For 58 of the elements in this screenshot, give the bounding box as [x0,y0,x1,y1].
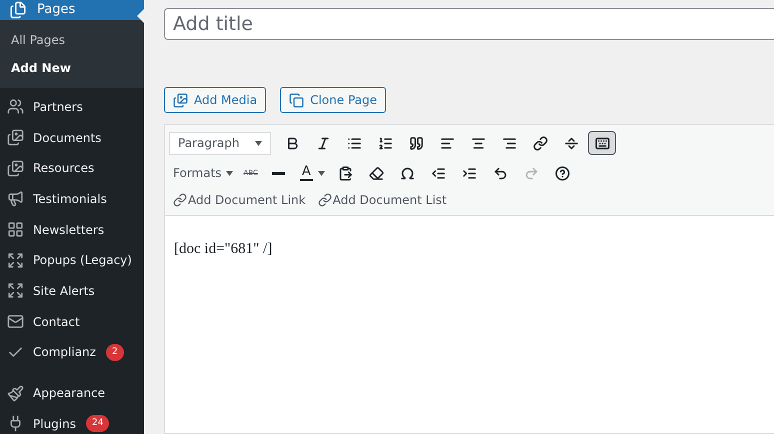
caret-icon [318,170,325,176]
media-icon [7,129,24,146]
link-icon [173,193,187,207]
format-select[interactable]: Paragraph [169,132,271,154]
submenu-item[interactable]: All Pages [0,26,144,54]
align-right-icon [502,136,516,150]
numbered-list-icon [378,136,392,150]
indent-icon [462,166,478,180]
paste-text-icon [338,166,354,180]
link-icon [318,193,332,207]
grid-icon [7,221,24,238]
sidebar-item[interactable]: Documents [0,122,144,153]
sidebar-item[interactable]: Popups (Legacy) [0,244,144,276]
toolbar-toggle-button[interactable] [588,131,616,155]
sidebar-item[interactable]: Testimonials [0,184,144,214]
expand-icon [7,252,24,269]
sidebar-item[interactable]: Partners [0,92,144,122]
undo-icon [493,166,508,180]
sidebar-item[interactable]: Appearance [0,378,144,408]
pages-icon [9,0,27,19]
align-center-icon [470,136,486,150]
redo-icon [524,166,540,180]
special-character-icon [400,166,416,180]
brush-icon [7,384,24,402]
title-field[interactable]: Add title [164,8,774,40]
link-icon [532,136,548,150]
blockquote-icon [408,136,424,150]
bulleted-list-icon [346,136,362,150]
megaphone-icon [7,190,24,208]
people-icon [7,98,24,116]
text-color-button[interactable]: A [296,161,329,185]
expand-icon [7,282,24,300]
formats-menu[interactable]: Formats [169,161,237,185]
help-icon [555,166,570,180]
count-badge: 24 [86,415,110,432]
envelope-icon [7,313,24,330]
sidebar-item[interactable]: Newsletters [0,214,144,245]
outdent-icon [431,166,446,180]
media-button[interactable]: Add Media [164,87,266,113]
caret-icon [226,170,233,176]
media-icon [7,160,24,177]
count-badge: 2 [106,344,124,361]
copy-icon [289,92,304,108]
submenu-item[interactable]: Add New [0,54,144,82]
document-link-button[interactable]: Add Document List [318,191,447,209]
sidebar-item[interactable]: Plugins 24 [0,408,144,434]
caret-icon [255,140,262,146]
sidebar-item[interactable]: Site Alerts [0,276,144,306]
media-icon [173,92,188,108]
align-left-icon [440,136,454,150]
italic-icon [316,136,330,150]
sidebar-item[interactable]: Contact [0,306,144,337]
editor-content: [doc id="681" /] [174,240,274,259]
media-button[interactable]: Clone Page [280,87,386,113]
sidebar-item[interactable]: Resources [0,152,144,184]
document-link-button[interactable]: Add Document Link [173,191,306,209]
clear-formatting-icon [369,166,384,180]
sidebar-item[interactable]: Complianz 2 [0,337,144,368]
